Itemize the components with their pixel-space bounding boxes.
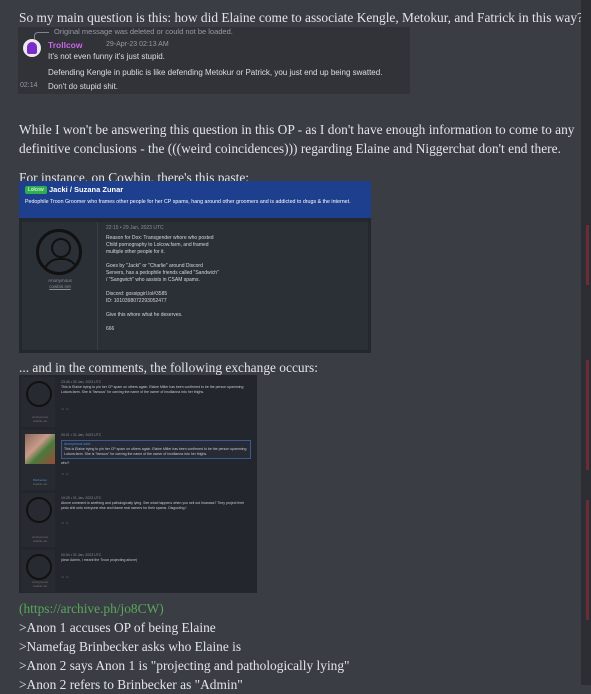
paste-line: ID: 1010398072293052477 (106, 298, 167, 304)
paste-line: Servers, has a pedophile friends called … (106, 270, 219, 276)
lolcow-tag: Lolcow (25, 186, 47, 194)
comment-author: Anonymous cowbin.net (32, 580, 48, 588)
user-photo-avatar (25, 434, 55, 464)
quoted-comment: Anonymous said: This is Elaine trying to… (61, 440, 251, 459)
greentext-line: >Namefag Brinbecker asks who Elaine is (19, 639, 242, 654)
paste-description: Pedophile Troon Groomer who frames other… (25, 199, 351, 205)
comments-screenshot: Anonymous cowbin.net 23:46 • 30 Jan, 2023… (19, 375, 257, 593)
anonymous-avatar-icon (26, 497, 52, 523)
discord-screenshot: Original message was deleted or could no… (18, 27, 410, 94)
discord-message: Don't do stupid shit. (48, 82, 119, 91)
message-time: 02:14 (20, 82, 38, 89)
comment-text: who? (61, 461, 70, 465)
paste-body: 22:15 • 29 Jan, 2023 UTC Reason for Dox:… (106, 225, 346, 333)
paragraph-line: definitive conclusions - the (((weird co… (19, 141, 561, 156)
comment: Anonymous cowbin.net 00:04 • 31 Jan, 2023… (19, 550, 257, 592)
comment: Anonymous cowbin.net 19:25 • 31 Jan, 2023… (19, 493, 257, 547)
paste-line: Goes by "Jacki" or "Charlie" around Disc… (106, 263, 203, 269)
paste-header: Lolcow Jacki / Suzana Zunar Pedophile Tr… (19, 181, 371, 218)
comment-text: Above comment is seething and pathologic… (61, 501, 245, 510)
greentext-line: >Anon 2 says Anon 1 is "projecting and p… (19, 658, 350, 673)
paste-timestamp: 22:15 • 29 Jan, 2023 UTC (106, 225, 164, 231)
paste-line: multiple other people for it. (106, 249, 165, 255)
reply-connector-icon (34, 32, 49, 39)
question-text: So my main question is this: how did Ela… (19, 10, 584, 25)
comment-react-icons[interactable]: ☺ ⚠ (61, 407, 251, 412)
comment-react-icons[interactable]: ☺ ⚠ (61, 472, 251, 477)
anonymous-avatar-icon (26, 554, 52, 580)
paste-line: Reason for Dox: Transgender whore who po… (106, 235, 214, 241)
paste-author: Anonymous cowbin.net (48, 278, 72, 289)
greentext-line: >Anon 1 accuses OP of being Elaine (19, 620, 216, 635)
comment-text: (dear Admin, I meant the Troon projectin… (61, 558, 138, 562)
comment: Brinbecker cowbin.net 00:21 • 31 Jan, 202… (19, 430, 257, 490)
paste-line: Child pornography to Lolcow.farm, and fr… (106, 242, 209, 248)
deleted-reply-note: Original message was deleted or could no… (54, 27, 233, 36)
discord-message: It's not even funny it's just stupid. (48, 52, 165, 61)
discord-message: Defending Kengle in public is like defen… (48, 68, 383, 77)
discord-username: Trollcow (48, 40, 83, 50)
paste-content: Anonymous cowbin.net 22:15 • 29 Jan, 202… (22, 222, 368, 350)
comment-react-icons[interactable]: ☺ ⚠ (61, 575, 251, 580)
comment-text: This is Elaine trying to pin her CP spam… (61, 385, 244, 394)
paste-line: Discord: gossipgirl.lol#3585 (106, 291, 168, 297)
cowbin-paste-screenshot: Lolcow Jacki / Suzana Zunar Pedophile Tr… (19, 181, 371, 353)
anonymous-avatar-icon (36, 229, 82, 275)
user-avatar (23, 39, 41, 57)
paragraph-line: While I won't be answering this question… (19, 122, 575, 137)
comment-react-icons[interactable]: ☺ ⚠ (61, 521, 251, 526)
comment-time: 00:21 • 31 Jan, 2023 UTC (61, 433, 102, 437)
paste-line: / "Sangwich" who assists in CSAM spams. (106, 277, 200, 283)
paste-line: Give this whore what he deserves. (106, 312, 183, 318)
scrollbar[interactable] (581, 0, 591, 685)
comment-author: Anonymous cowbin.net (32, 415, 48, 423)
paste-title: Jacki / Suzana Zunar (49, 185, 124, 194)
comment-author: Brinbecker cowbin.net (32, 478, 48, 486)
message-date: 29-Apr-23 02:13 AM (106, 41, 169, 48)
comment-author: Anonymous cowbin.net (32, 535, 48, 543)
comment: Anonymous cowbin.net 23:46 • 30 Jan, 2023… (19, 377, 257, 427)
anonymous-avatar-icon (26, 381, 52, 407)
archive-link[interactable]: (https://archive.ph/jo8CW) (19, 599, 579, 618)
paste-line: 666 (106, 326, 115, 332)
